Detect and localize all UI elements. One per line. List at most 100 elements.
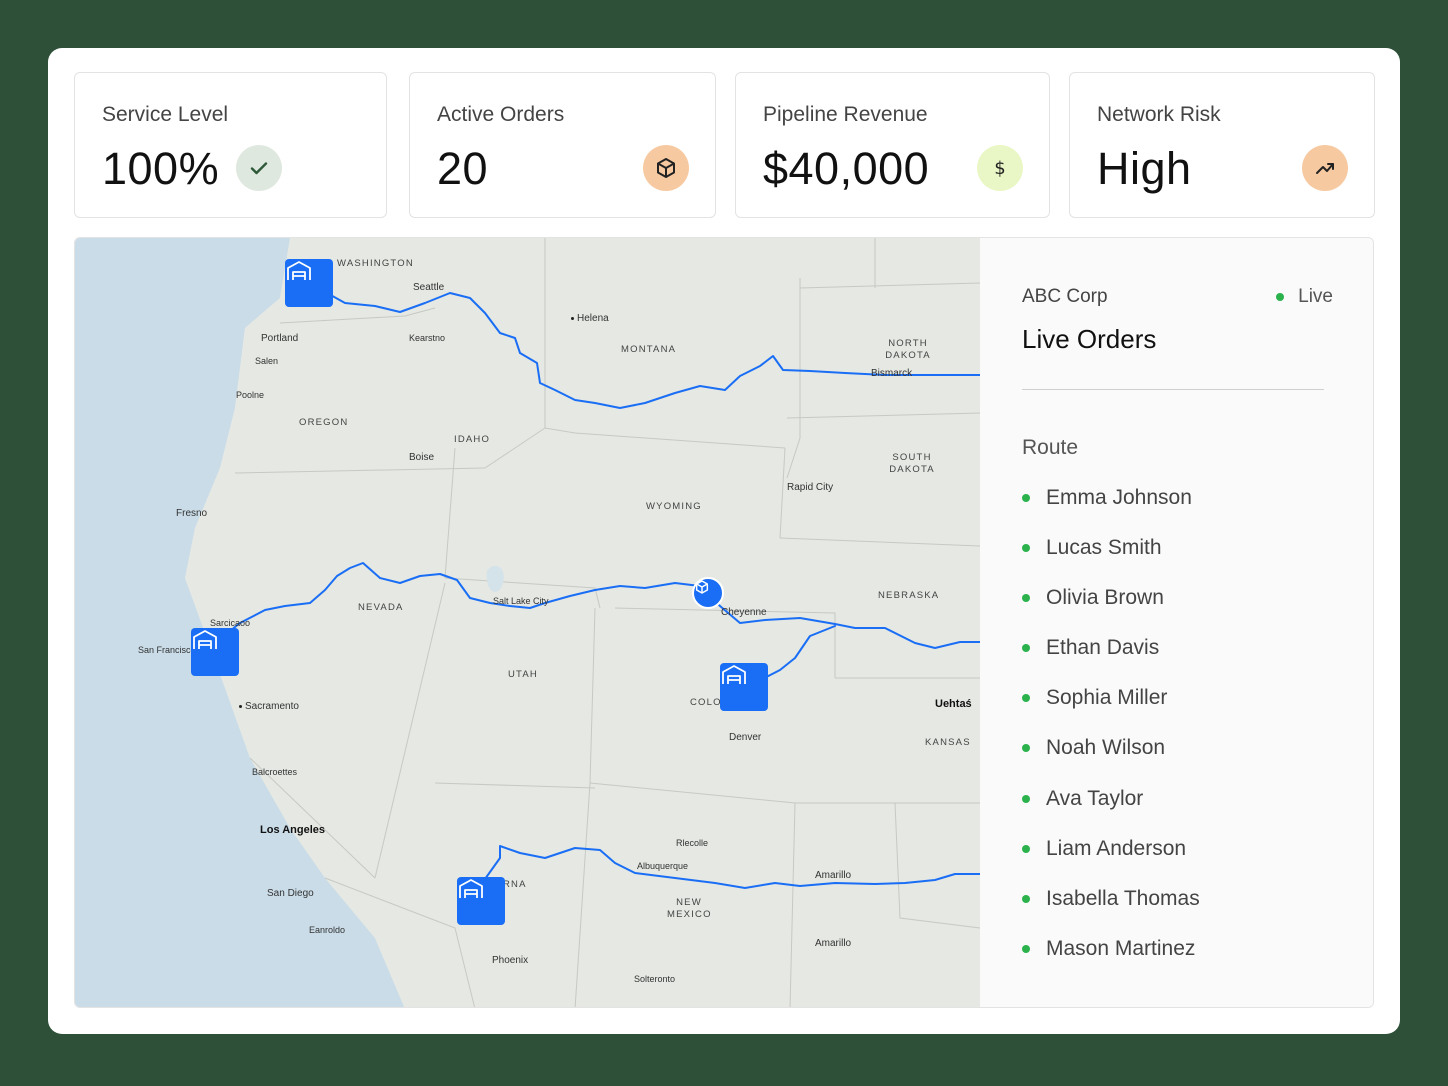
driver-name: Ethan Davis: [1046, 636, 1160, 660]
map-city-label: Salt Lake City: [493, 596, 549, 606]
map-city-label: Boise: [409, 452, 435, 463]
map-city-label: Eanroldo: [309, 925, 346, 935]
map-city-label: Phoenix: [492, 955, 529, 966]
panel-title: Live Orders: [1022, 324, 1157, 354]
map-city-label: Uehtaś: [935, 698, 972, 710]
map-city-label: Helena: [571, 313, 609, 324]
kpi-value: 20: [437, 143, 489, 194]
list-item[interactable]: Ethan Davis: [1022, 636, 1200, 686]
shipment-marker[interactable]: [692, 577, 724, 609]
list-item[interactable]: Liam Anderson: [1022, 837, 1200, 887]
kpi-service-level: Service Level 100%: [74, 72, 387, 218]
kpi-label: Active Orders: [437, 103, 565, 126]
map-city-label: San Francisco: [138, 645, 196, 655]
warehouse-icon: [193, 630, 217, 649]
map-city-label: Seattle: [413, 282, 445, 293]
map-city-label: Salen: [255, 356, 279, 366]
warehouse-marker[interactable]: [457, 877, 505, 925]
map-city-label: Kearstno: [409, 333, 446, 343]
kpi-label: Network Risk: [1097, 103, 1221, 126]
map-state-label: NEW MEXICO: [667, 897, 712, 920]
trend-up-icon: [1302, 145, 1348, 191]
company-name: ABC Corp: [1022, 286, 1108, 307]
divider: [1022, 389, 1324, 390]
live-dot-icon: [1276, 292, 1285, 301]
kpi-value: $40,000: [763, 143, 930, 194]
map-state-label: OREGON: [299, 417, 349, 428]
map-city-label: Fresno: [176, 508, 208, 519]
warehouse-marker[interactable]: [191, 628, 239, 676]
map-state-label: IDAHO: [454, 434, 491, 445]
map-state-label: KANSAS: [925, 737, 971, 748]
driver-name: Mason Martinez: [1046, 936, 1196, 960]
list-item[interactable]: Sophia Miller: [1022, 686, 1200, 736]
map-city-label: Rapid City: [787, 482, 834, 493]
map-container: WASHINGTON MONTANA NORTH DAKOTA OREGON I…: [74, 237, 1374, 1008]
kpi-value: 100%: [102, 143, 220, 194]
kpi-pipeline-revenue: Pipeline Revenue $40,000 $: [735, 72, 1050, 218]
driver-name: Liam Anderson: [1046, 836, 1187, 860]
map-city-label: Sarcicaoo: [210, 618, 251, 628]
map-state-label: WASHINGTON: [337, 258, 414, 269]
status-dot-icon: [1022, 594, 1030, 603]
status-dot-icon: [1022, 694, 1030, 703]
list-item[interactable]: Noah Wilson: [1022, 736, 1200, 786]
map-city-label: Sacramento: [239, 701, 299, 712]
map-city-label: Portland: [261, 333, 299, 344]
driver-name: Isabella Thomas: [1046, 886, 1200, 910]
map-state-label: MONTANA: [621, 344, 677, 355]
list-item[interactable]: Lucas Smith: [1022, 536, 1200, 586]
map-state-label: NEVADA: [358, 602, 404, 613]
status-dot-icon: [1022, 844, 1030, 853]
list-item[interactable]: Isabella Thomas: [1022, 887, 1200, 937]
map-city-label: Balcroettes: [252, 767, 298, 777]
warehouse-icon: [722, 665, 746, 684]
driver-name: Lucas Smith: [1046, 536, 1162, 560]
map-city-label: Rlecolle: [676, 838, 709, 848]
map-city-label: Amarillo: [815, 870, 852, 881]
warehouse-marker[interactable]: [285, 259, 333, 307]
status-dot-icon: [1022, 744, 1030, 753]
list-item[interactable]: Emma Johnson: [1022, 486, 1200, 536]
driver-name: Emma Johnson: [1046, 486, 1192, 509]
kpi-value: High: [1097, 143, 1192, 194]
driver-name: Ava Taylor: [1046, 786, 1144, 810]
map-state-label: NORTH DAKOTA: [885, 338, 931, 361]
map-state-label: COLO: [690, 697, 722, 708]
status-dot-icon: [1022, 644, 1030, 653]
check-icon: [236, 145, 282, 191]
box-icon: [695, 580, 709, 594]
driver-name: Olivia Brown: [1046, 586, 1164, 610]
map-city-label: San Diego: [267, 888, 314, 899]
map-city-label: Los Angeles: [260, 824, 325, 836]
status-dot-icon: [1022, 494, 1030, 502]
warehouse-marker[interactable]: [720, 663, 768, 711]
route-map[interactable]: WASHINGTON MONTANA NORTH DAKOTA OREGON I…: [75, 238, 980, 1007]
map-city-label: Solteronto: [634, 974, 676, 984]
kpi-label: Service Level: [102, 103, 229, 126]
live-status: Live: [1276, 286, 1333, 308]
warehouse-icon: [459, 879, 483, 898]
live-orders-panel: ABC Corp Live Live Orders Route Emma Joh…: [980, 238, 1373, 1007]
dashboard-card: Service Level 100% Active Orders 20 Pipe…: [48, 48, 1400, 1034]
status-dot-icon: [1022, 944, 1030, 953]
list-item[interactable]: Olivia Brown: [1022, 586, 1200, 636]
svg-text:$: $: [994, 158, 1005, 179]
driver-name: Sophia Miller: [1046, 686, 1168, 710]
kpi-label: Pipeline Revenue: [763, 103, 928, 126]
kpi-network-risk: Network Risk High: [1069, 72, 1375, 218]
map-state-label: NEBRASKA: [878, 590, 940, 601]
map-city-label: Denver: [729, 732, 762, 743]
list-item[interactable]: Mason Martinez: [1022, 937, 1200, 987]
map-city-label: Amarillo: [815, 938, 852, 949]
map-state-label: UTAH: [508, 669, 538, 680]
kpi-active-orders: Active Orders 20: [409, 72, 716, 218]
map-state-label: RNA: [503, 879, 527, 890]
list-item[interactable]: Ava Taylor: [1022, 787, 1200, 837]
dollar-icon: $: [977, 145, 1023, 191]
driver-list: Emma Johnson Lucas Smith Olivia Brown Et…: [1022, 486, 1200, 987]
map-city-label: Poolne: [236, 390, 265, 400]
warehouse-icon: [287, 261, 311, 280]
status-dot-icon: [1022, 894, 1030, 903]
map-state-label: WYOMING: [646, 501, 702, 512]
